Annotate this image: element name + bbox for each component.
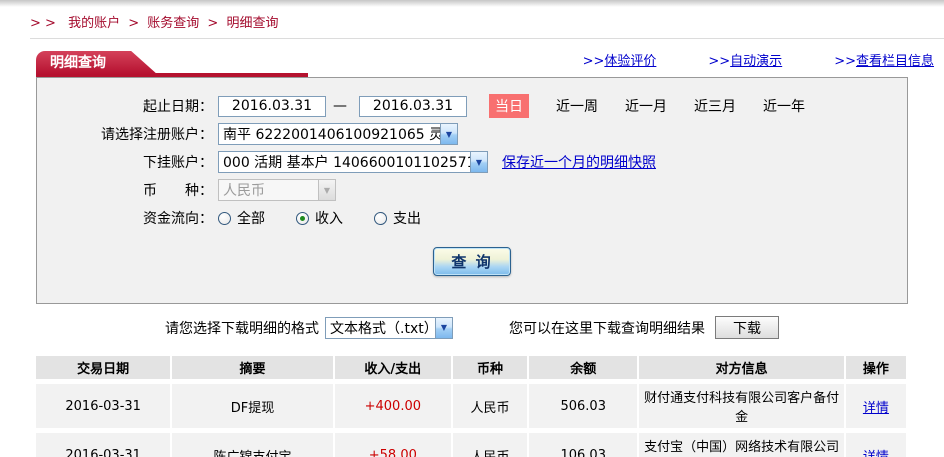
registered-account-select[interactable]: 南平 6222001406100921065 灵通卡 ▼ [218,123,458,145]
cell-date: 2016-03-31 [36,433,171,457]
flow-option-expense[interactable]: 支出 [374,208,421,228]
save-monthly-snapshot-link[interactable]: 保存近一个月的明细快照 [502,152,656,172]
chevron-down-icon[interactable]: ▼ [435,317,452,338]
date-dash: — [333,98,347,114]
breadcrumb-separator: > [207,16,219,31]
registered-account-label: 请选择注册账户： [101,127,213,143]
detail-link[interactable]: 详情 [863,450,889,457]
cell-summary: DF提现 [172,384,333,428]
chevron-down-icon[interactable]: ▼ [470,152,487,172]
breadcrumb-item-my-account[interactable]: 我的账户 [68,16,120,31]
top-gradient-bar [0,0,944,7]
currency-select-disabled: 人民币 ▼ [218,179,336,201]
download-button[interactable]: 下载 [715,316,779,339]
fund-flow-label: 资金流向： [143,211,213,227]
chevron-down-icon[interactable]: ▼ [440,124,457,144]
detail-link[interactable]: 详情 [863,401,889,416]
flow-option-all[interactable]: 全部 [218,208,265,228]
quick-range-today[interactable]: 当日 [489,94,529,118]
breadcrumb-separator: > [128,16,140,31]
registered-account-row: 请选择注册账户： 南平 6222001406100921065 灵通卡 ▼ [37,120,907,148]
cell-amount: +58.00 [334,433,451,457]
sub-account-row: 下挂账户： 000 活期 基本户 1406600101102571848 ▼ 保… [37,148,907,176]
download-row: 请您选择下载明细的格式 文本格式（.txt） ▼ 您可以在这里下载查询明细结果 … [0,316,944,339]
cell-counterparty: 财付通支付科技有限公司客户备付金 [639,384,844,428]
column-header-summary: 摘要 [172,356,333,379]
currency-label: 币 种： [143,183,213,199]
cell-currency: 人民币 [452,433,528,457]
link-auto-demo[interactable]: >>自动演示 [708,50,782,69]
column-header-balance: 余额 [529,356,638,379]
cell-balance: 106.03 [529,433,638,457]
flow-radio[interactable] [218,211,231,225]
column-header-action: 操作 [845,356,906,379]
currency-row: 币 种： 人民币 ▼ [37,176,907,204]
tab-header-row: 明细查询 >>体验评价 >>自动演示 >>查看栏目信息 [0,45,944,77]
download-result-label: 您可以在这里下载查询明细结果 [509,320,705,337]
end-date-input[interactable] [359,95,467,117]
quick-range-quarter[interactable]: 近三月 [694,96,736,116]
cell-action: 详情 [845,433,906,457]
column-header-amount: 收入/支出 [334,356,451,379]
cell-date: 2016-03-31 [36,384,171,428]
fund-flow-row: 资金流向： 全部 收入 支出 [37,204,907,232]
cell-balance: 506.03 [529,384,638,428]
quick-range-week[interactable]: 近一周 [556,96,598,116]
link-experience-rating[interactable]: >>体验评价 [583,50,657,69]
table-header-row: 交易日期 摘要 收入/支出 币种 余额 对方信息 操作 [36,356,906,379]
table-row: 2016-03-31 DF提现 +400.00 人民币 506.03 财付通支付… [36,384,906,428]
download-format-label: 请您选择下载明细的格式 [165,320,319,337]
flow-option-income[interactable]: 收入 [296,208,343,228]
quick-range-month[interactable]: 近一月 [625,96,667,116]
cell-action: 详情 [845,384,906,428]
start-date-input[interactable] [218,95,326,117]
transactions-table: 交易日期 摘要 收入/支出 币种 余额 对方信息 操作 2016-03-31 D… [34,351,908,457]
flow-radio[interactable] [374,211,387,225]
breadcrumb-prefix: > > [30,16,56,31]
quick-range-year[interactable]: 近一年 [763,96,805,116]
breadcrumb-item-detail-query[interactable]: 明细查询 [226,16,278,31]
column-header-currency: 币种 [452,356,528,379]
cell-amount: +400.00 [334,384,451,428]
cell-currency: 人民币 [452,384,528,428]
cell-summary: 陈广锦支付宝 [172,433,333,457]
query-form-panel: 起止日期： — 当日 近一周 近一月 近三月 近一年 请选择注册账户： 南平 6… [36,77,908,304]
breadcrumb-item-account-query[interactable]: 账务查询 [147,16,199,31]
table-row: 2016-03-31 陈广锦支付宝 +58.00 人民币 106.03 支付宝（… [36,433,906,457]
column-header-date: 交易日期 [36,356,171,379]
tab-detail-query: 明细查询 [36,51,158,75]
sub-account-label: 下挂账户： [143,155,213,171]
column-header-counterparty: 对方信息 [639,356,844,379]
link-view-column-info[interactable]: >>查看栏目信息 [834,50,934,69]
query-button[interactable]: 查 询 [433,247,511,276]
divider-line [30,38,944,39]
cell-counterparty: 支付宝（中国）网络技术有限公司客户备付金 [639,433,844,457]
sub-account-select[interactable]: 000 活期 基本户 1406600101102571848 ▼ [218,151,488,173]
date-range-label: 起止日期： [143,99,213,115]
chevron-down-icon: ▼ [318,180,335,200]
date-range-row: 起止日期： — 当日 近一周 近一月 近三月 近一年 [37,92,907,120]
download-format-select[interactable]: 文本格式（.txt） ▼ [325,316,453,339]
breadcrumb: > > 我的账户 > 账务查询 > 明细查询 [30,12,944,31]
flow-radio[interactable] [296,211,309,225]
